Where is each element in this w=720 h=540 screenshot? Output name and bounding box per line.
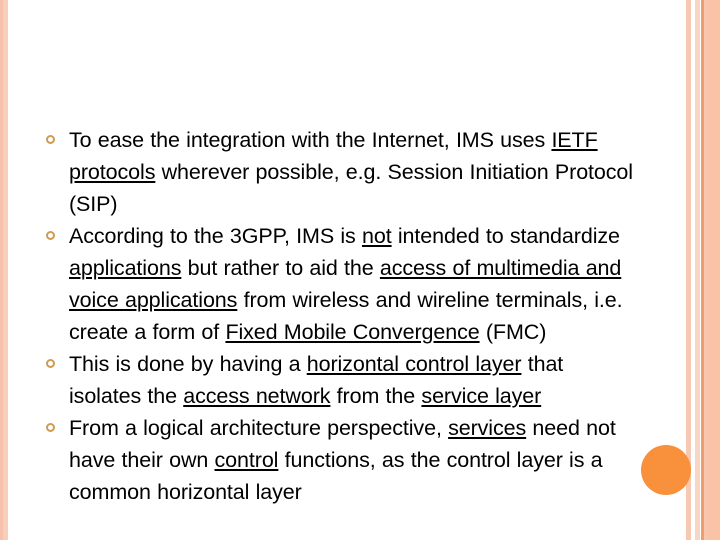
slide-canvas: To ease the integration with the Interne… — [0, 0, 720, 540]
bullet-circle-icon — [46, 135, 55, 144]
list-item-text: According to the 3GPP, IMS is not intend… — [69, 224, 623, 344]
list-item: To ease the integration with the Interne… — [44, 124, 634, 220]
bullet-circle-icon — [46, 423, 55, 432]
decorative-stripe-left-inner — [3, 0, 8, 540]
list-item: According to the 3GPP, IMS is not intend… — [44, 220, 634, 348]
list-item: This is done by having a horizontal cont… — [44, 348, 634, 412]
decorative-stripe-right-5 — [708, 0, 720, 540]
decorative-orange-circle — [641, 445, 691, 495]
list-item-text: This is done by having a horizontal cont… — [69, 352, 564, 408]
list-item-text: From a logical architecture perspective,… — [69, 416, 616, 504]
slide-body-content: To ease the integration with the Interne… — [44, 124, 634, 508]
bullet-circle-icon — [46, 231, 55, 240]
decorative-stripe-right-2 — [695, 0, 700, 540]
list-item-text: To ease the integration with the Interne… — [69, 128, 633, 216]
list-item: From a logical architecture perspective,… — [44, 412, 634, 508]
bullet-circle-icon — [46, 359, 55, 368]
